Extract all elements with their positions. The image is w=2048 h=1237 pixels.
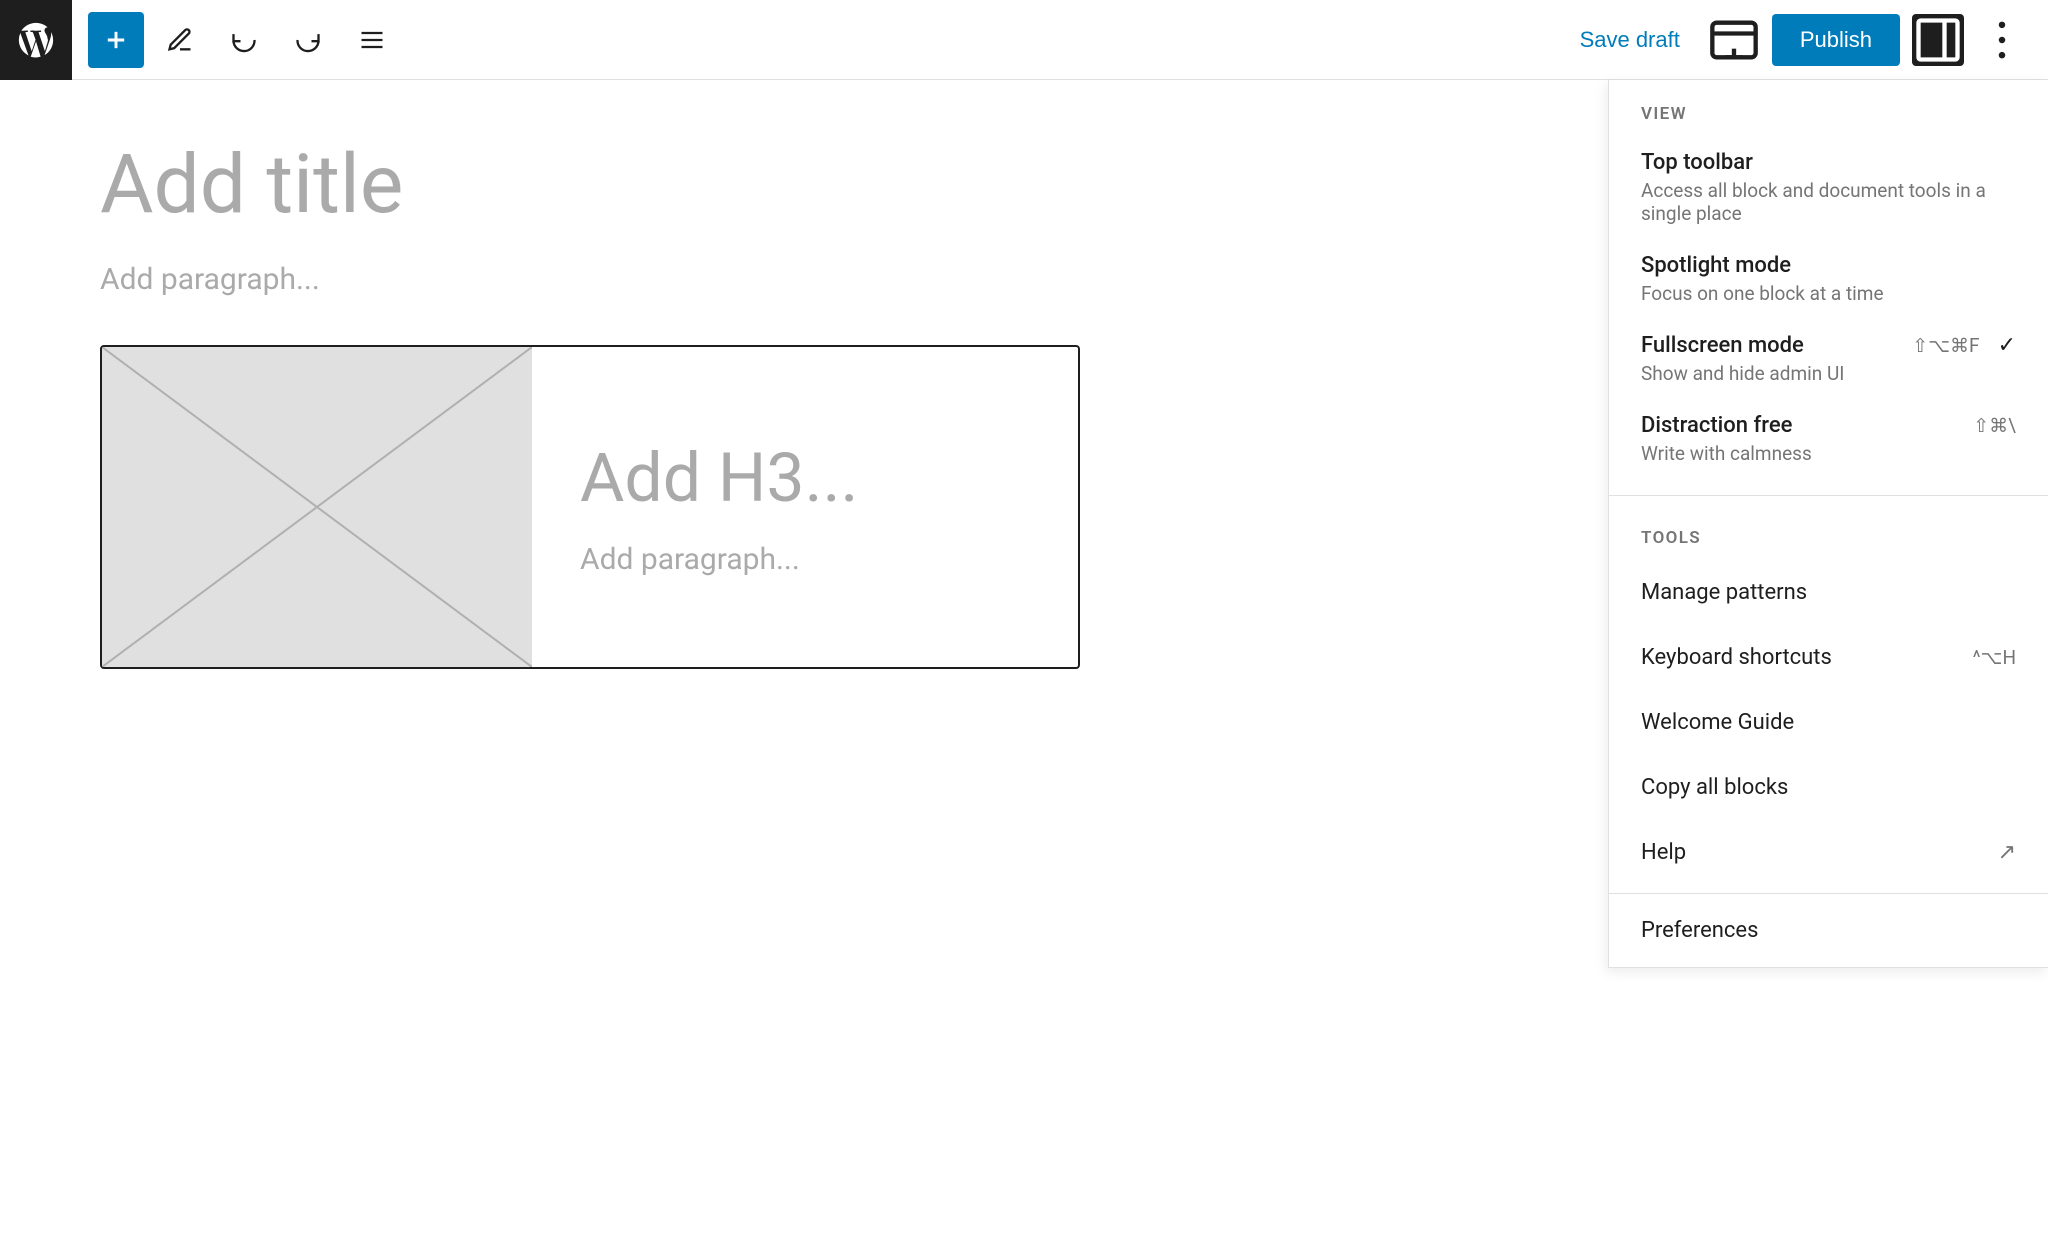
- preview-button[interactable]: [1708, 14, 1760, 66]
- manage-patterns-label: Manage patterns: [1641, 580, 1807, 605]
- preferences-section: Preferences: [1609, 893, 2048, 967]
- fullscreen-title: Fullscreen mode: [1641, 333, 1804, 358]
- top-toolbar-item[interactable]: Top toolbar Access all block and documen…: [1609, 136, 2048, 239]
- keyboard-shortcuts-shortcut: ^⌥H: [1973, 646, 2016, 669]
- toolbar: Save draft Publish: [0, 0, 2048, 80]
- wp-logo: [0, 0, 72, 80]
- media-text-block[interactable]: Add H3... Add paragraph...: [100, 345, 1080, 669]
- keyboard-shortcuts-item[interactable]: Keyboard shortcuts ^⌥H: [1609, 625, 2048, 690]
- preferences-label: Preferences: [1641, 918, 1758, 943]
- redo-icon: [294, 26, 322, 54]
- distraction-free-header: Distraction free ⇧⌘\: [1641, 413, 2016, 438]
- undo-icon: [230, 26, 258, 54]
- tools-button[interactable]: [152, 12, 208, 68]
- top-toolbar-desc: Access all block and document tools in a…: [1641, 179, 2016, 225]
- sidebar-icon: [1912, 14, 1964, 66]
- help-label: Help: [1641, 840, 1686, 865]
- tools-section: TOOLS Manage patterns Keyboard shortcuts…: [1609, 504, 2048, 893]
- welcome-guide-item[interactable]: Welcome Guide: [1609, 690, 2048, 755]
- spotlight-mode-item[interactable]: Spotlight mode Focus on one block at a t…: [1609, 239, 2048, 319]
- copy-all-blocks-item[interactable]: Copy all blocks: [1609, 755, 2048, 820]
- preferences-item[interactable]: Preferences: [1609, 898, 2048, 963]
- undo-button[interactable]: [216, 12, 272, 68]
- editor-content: Add title Add paragraph... Add H3... Add…: [0, 80, 1040, 729]
- spotlight-desc: Focus on one block at a time: [1641, 282, 2016, 305]
- redo-button[interactable]: [280, 12, 336, 68]
- top-toolbar-title: Top toolbar: [1641, 150, 1753, 175]
- view-section: VIEW Top toolbar Access all block and do…: [1609, 80, 2048, 487]
- document-overview-button[interactable]: [344, 12, 400, 68]
- fullscreen-controls: ⇧⌥⌘F ✓: [1912, 333, 2016, 358]
- add-block-button[interactable]: [88, 12, 144, 68]
- fullscreen-mode-item[interactable]: Fullscreen mode ⇧⌥⌘F ✓ Show and hide adm…: [1609, 319, 2048, 399]
- preview-icon: [1708, 14, 1760, 66]
- block-image[interactable]: [102, 347, 532, 667]
- tools-divider: [1609, 495, 2048, 496]
- more-options-icon: [1976, 14, 2028, 66]
- distraction-free-shortcut: ⇧⌘\: [1973, 414, 2016, 437]
- help-item[interactable]: Help ↗: [1609, 820, 2048, 885]
- plus-icon: [102, 26, 130, 54]
- block-paragraph-placeholder[interactable]: Add paragraph...: [580, 542, 858, 577]
- fullscreen-header: Fullscreen mode ⇧⌥⌘F ✓: [1641, 333, 2016, 358]
- edit-icon: [166, 26, 194, 54]
- sidebar-toggle-button[interactable]: [1912, 14, 1964, 66]
- distraction-free-title: Distraction free: [1641, 413, 1792, 438]
- keyboard-shortcuts-label: Keyboard shortcuts: [1641, 645, 1832, 670]
- toolbar-right: Save draft Publish: [1564, 14, 2028, 66]
- image-placeholder-icon: [102, 347, 532, 667]
- distraction-free-item[interactable]: Distraction free ⇧⌘\ Write with calmness: [1609, 399, 2048, 479]
- publish-button[interactable]: Publish: [1772, 14, 1900, 66]
- spotlight-header: Spotlight mode: [1641, 253, 2016, 278]
- options-dropdown: VIEW Top toolbar Access all block and do…: [1608, 80, 2048, 968]
- list-view-icon: [358, 26, 386, 54]
- paragraph-placeholder[interactable]: Add paragraph...: [100, 262, 940, 297]
- toolbar-left: [88, 12, 1564, 68]
- options-button[interactable]: [1976, 14, 2028, 66]
- view-section-title: VIEW: [1609, 104, 2048, 136]
- block-text-content: Add H3... Add paragraph...: [532, 347, 906, 667]
- manage-patterns-item[interactable]: Manage patterns: [1609, 560, 2048, 625]
- fullscreen-desc: Show and hide admin UI: [1641, 362, 2016, 385]
- fullscreen-shortcut: ⇧⌥⌘F: [1912, 334, 1979, 357]
- title-placeholder[interactable]: Add title: [100, 140, 940, 230]
- save-draft-button[interactable]: Save draft: [1564, 19, 1696, 61]
- spotlight-title: Spotlight mode: [1641, 253, 1791, 278]
- tools-section-title: TOOLS: [1609, 528, 2048, 560]
- external-link-icon: ↗: [1998, 840, 2016, 865]
- distraction-free-desc: Write with calmness: [1641, 442, 2016, 465]
- wordpress-icon: [16, 20, 56, 60]
- copy-all-blocks-label: Copy all blocks: [1641, 775, 1788, 800]
- fullscreen-checkmark: ✓: [1998, 333, 2016, 358]
- h3-placeholder[interactable]: Add H3...: [580, 438, 858, 518]
- top-toolbar-header: Top toolbar: [1641, 150, 2016, 175]
- welcome-guide-label: Welcome Guide: [1641, 710, 1794, 735]
